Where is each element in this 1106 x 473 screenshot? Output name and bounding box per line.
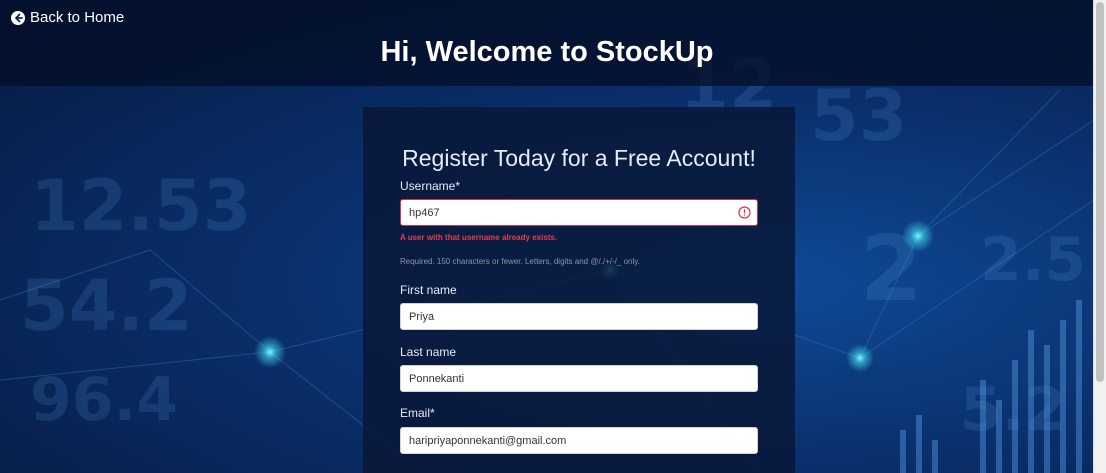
username-error: A user with that username already exists… [400,233,558,242]
first-name-field[interactable] [400,303,758,330]
back-to-home-label: Back to Home [30,9,125,26]
svg-text:5.2: 5.2 [960,375,1066,445]
registration-form: Register Today for a Free Account! Usern… [363,107,795,473]
email-field[interactable] [400,427,758,454]
last-name-label: Last name [400,345,457,359]
svg-text:53: 53 [810,75,907,157]
arrow-circle-left-icon [11,10,25,25]
first-name-label: First name [400,283,457,297]
username-field[interactable] [400,199,758,226]
form-heading: Register Today for a Free Account! [402,145,756,171]
svg-text:54.2: 54.2 [20,265,193,347]
back-to-home-link[interactable]: Back to Home [11,9,124,26]
last-name-field[interactable] [400,365,758,392]
page-title: Hi, Welcome to StockUp [380,36,714,68]
svg-text:96.4: 96.4 [30,365,178,435]
email-label: Email* [400,406,435,420]
svg-text:2.5: 2.5 [980,225,1086,295]
error-icon [738,206,751,219]
svg-text:12.53: 12.53 [30,165,251,247]
username-help: Required. 150 characters or fewer. Lette… [400,257,640,266]
username-label: Username* [400,179,461,193]
scrollbar-thumb[interactable] [1096,2,1104,382]
page-scrollbar[interactable] [1093,0,1106,473]
